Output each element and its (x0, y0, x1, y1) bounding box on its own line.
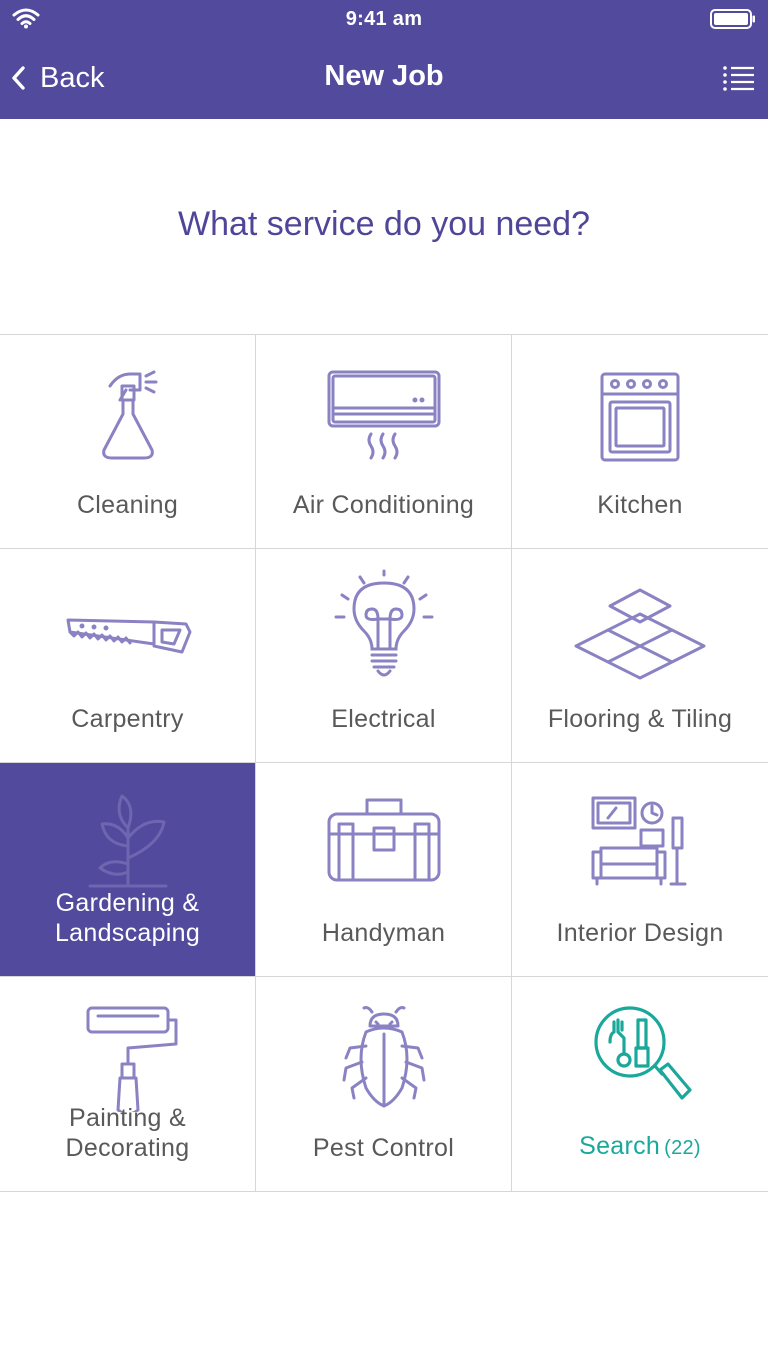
search-tools-icon (594, 1006, 692, 1100)
living-room-icon (591, 796, 687, 886)
service-tile-carpentry[interactable]: Carpentry (0, 549, 256, 763)
service-label: Cleaning (76, 491, 179, 519)
air-conditioner-icon (327, 370, 440, 460)
service-tile-search[interactable]: Search (22) (512, 977, 768, 1191)
service-label: Air Conditioning (292, 491, 475, 519)
back-label: Back (40, 61, 105, 94)
page-title: New Job (324, 60, 444, 92)
question-heading: What service do you need? (177, 205, 591, 243)
service-tile-interior-design[interactable]: Interior Design (512, 763, 768, 977)
status-bar: 9:41 am (0, 0, 768, 40)
battery-icon (710, 9, 755, 29)
nav-bar: Back New Job (0, 40, 768, 119)
service-label: Kitchen (597, 491, 683, 519)
status-time: 9:41 am (345, 8, 423, 30)
service-label: Carpentry (71, 705, 184, 733)
paint-roller-icon (86, 1006, 177, 1112)
list-menu-icon[interactable] (722, 62, 756, 96)
service-tile-painting-decorating[interactable]: Painting & Decorating (0, 977, 256, 1191)
beetle-icon (342, 1006, 425, 1108)
saw-icon (66, 618, 191, 654)
service-tile-pest-control[interactable]: Pest Control (256, 977, 512, 1191)
light-bulb-icon (334, 569, 433, 677)
service-tile-flooring-tiling[interactable]: Flooring & Tiling (512, 549, 768, 763)
chevron-left-icon (12, 66, 25, 90)
search-label: Search (579, 1132, 661, 1160)
service-tile-cleaning[interactable]: Cleaning (0, 335, 256, 549)
service-label: Handyman (321, 919, 446, 947)
back-button[interactable]: Back (10, 56, 104, 100)
search-count: (22) (664, 1137, 701, 1159)
service-label: Painting & Decorating (65, 1104, 190, 1162)
service-label: Gardening & Landscaping (54, 889, 201, 947)
top-bar: 9:41 am Back New Job (0, 0, 768, 119)
service-label: Search (22) (516, 1131, 764, 1163)
service-grid: Cleaning Air Conditioning Kitchen Carpen… (0, 334, 768, 1192)
service-tile-handyman[interactable]: Handyman (256, 763, 512, 977)
service-tile-air-conditioning[interactable]: Air Conditioning (256, 335, 512, 549)
service-label: Electrical (331, 705, 436, 733)
toolbox-icon (327, 798, 440, 882)
service-tile-gardening-landscaping[interactable]: Gardening & Landscaping (0, 763, 256, 977)
tiles-icon (574, 588, 706, 680)
service-label: Flooring & Tiling (547, 705, 733, 733)
service-label: Pest Control (312, 1134, 455, 1162)
spray-bottle-icon (101, 370, 157, 460)
plant-icon (88, 794, 167, 888)
service-tile-electrical[interactable]: Electrical (256, 549, 512, 763)
service-tile-kitchen[interactable]: Kitchen (512, 335, 768, 549)
service-label: Interior Design (556, 919, 724, 947)
oven-icon (600, 372, 680, 462)
